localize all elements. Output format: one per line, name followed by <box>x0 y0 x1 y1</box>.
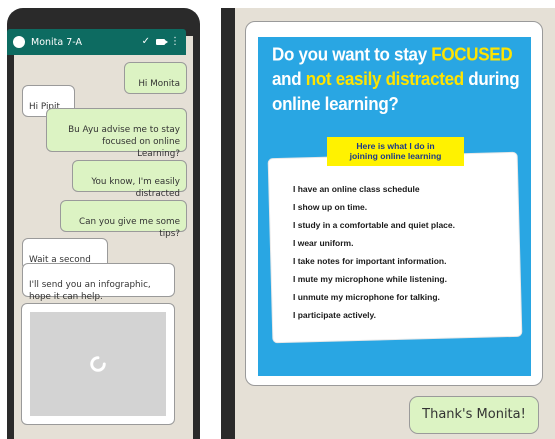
stage: Monita 7-A ✓ ⋮ Hi Monita Hi Pipit Bu Ayu… <box>0 0 555 439</box>
tip-item: I wear uniform. <box>293 238 354 248</box>
image-message[interactable] <box>21 303 175 425</box>
more-options-icon[interactable]: ⋮ <box>170 37 180 47</box>
reply-message-bubble: Thank's Monita! <box>409 396 539 434</box>
infographic-title: Do you want to stay FOCUSED and not easil… <box>272 42 527 117</box>
avatar[interactable] <box>13 36 25 48</box>
infographic-title-part: and <box>272 69 306 90</box>
tips-list: I have an online class schedule I show u… <box>293 180 513 324</box>
infographic-title-highlight: not easily distracted <box>305 69 464 90</box>
infographic-title-part: Do you want to stay <box>272 44 432 65</box>
video-call-icon[interactable] <box>156 39 168 45</box>
call-icon[interactable]: ✓ <box>142 37 150 47</box>
tip-item: I have an online class schedule <box>293 184 420 194</box>
tip-item: I study in a comfortable and quiet place… <box>293 220 456 230</box>
infographic-title-highlight: FOCUSED <box>431 44 513 65</box>
message-bubble: You know, I'm easily distracted <box>72 160 187 199</box>
chat-contact-name[interactable]: Monita 7-A <box>31 37 136 48</box>
image-placeholder <box>30 312 166 416</box>
tip-item: I show up on time. <box>293 202 368 212</box>
message-bubble: Can you give me some tips? <box>60 200 187 239</box>
tip-item: I unmute my microphone for talking. <box>293 292 440 302</box>
message-bubble: Bu Ayu advise me to stay focused on onli… <box>46 108 187 159</box>
tip-item: I take notes for important information. <box>293 256 447 266</box>
message-bubble: I'll send you an infographic, hope it ca… <box>22 263 175 302</box>
tip-item: I mute my microphone while listening. <box>293 274 447 284</box>
chat-header: Monita 7-A ✓ ⋮ <box>7 29 186 55</box>
message-text: Hi Monita <box>138 79 180 89</box>
tip-item: I participate actively. <box>293 310 376 320</box>
loading-spinner-icon <box>90 356 106 372</box>
tips-heading: Here is what I do in joining online lear… <box>327 137 464 166</box>
message-bubble: Hi Monita <box>124 62 187 94</box>
